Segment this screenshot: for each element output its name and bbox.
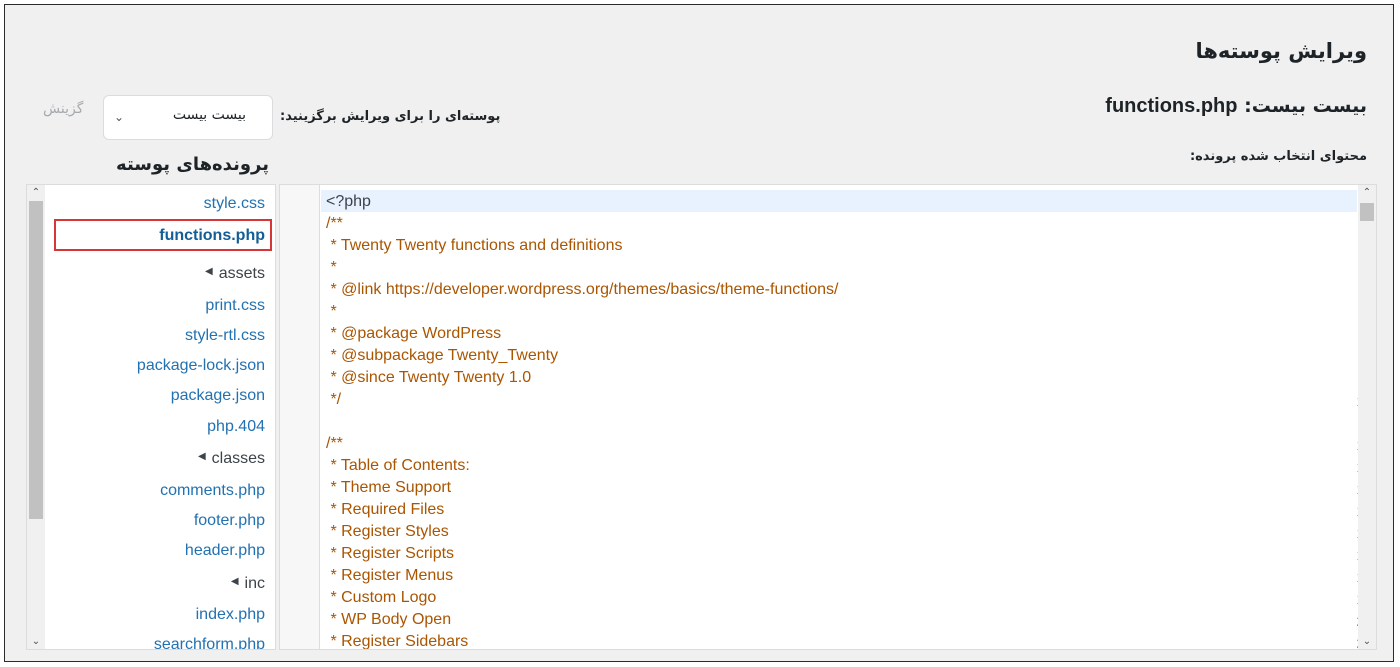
theme-select[interactable]: بیست بیست ⌄ <box>103 95 273 140</box>
folder-item[interactable]: ◀ classes <box>198 450 265 468</box>
file-item-active[interactable]: functions.php <box>159 227 265 245</box>
code-line: /** <box>326 435 343 452</box>
code-line: * <box>326 259 337 276</box>
file-tree: ⌃ ⌄ style.css functions.php ◀ assets prin… <box>26 184 276 650</box>
file-item[interactable]: style-rtl.css <box>185 327 265 345</box>
file-item[interactable]: style.css <box>204 195 265 213</box>
caret-left-icon: ◀ <box>197 451 206 462</box>
file-item[interactable]: package-lock.json <box>137 357 265 375</box>
code-line: * @package WordPress <box>326 325 502 342</box>
code-editor[interactable]: 1 2 3 4 5 6 7 8 9 10 11 12 13 14 15 16 1… <box>279 184 1377 650</box>
file-item[interactable]: header.php <box>185 542 265 560</box>
file-item[interactable]: package.json <box>171 387 265 405</box>
scroll-up-icon[interactable]: ⌃ <box>1361 187 1373 198</box>
chevron-down-icon: ⌄ <box>114 110 125 124</box>
code-line: * Register Styles <box>326 523 449 540</box>
caret-left-icon: ◀ <box>230 576 239 587</box>
scrollbar-thumb[interactable] <box>29 201 43 519</box>
scroll-down-icon[interactable]: ⌄ <box>30 636 42 647</box>
theme-select-value: بیست بیست <box>172 107 246 123</box>
theme-editor-window: ویرایش پوسته‌ها بیست بیست: functions.php… <box>4 4 1394 662</box>
code-line: * @subpackage Twenty_Twenty <box>326 347 559 364</box>
code-line: * Theme Support <box>326 479 452 496</box>
code-line: * Register Scripts <box>326 545 455 562</box>
file-item[interactable]: print.css <box>205 297 265 315</box>
line-number-gutter <box>280 185 320 649</box>
page-title: ویرایش پوسته‌ها <box>1195 39 1367 63</box>
scroll-up-icon[interactable]: ⌃ <box>30 187 42 198</box>
caret-left-icon: ◀ <box>205 266 213 277</box>
theme-select-label: پوسته‌ای را برای ویرایش برگزینید: <box>280 109 501 124</box>
folder-item[interactable]: ◀ inc <box>231 575 265 593</box>
editor-scrollbar[interactable]: ⌃ ⌄ <box>1358 185 1376 649</box>
file-tree-scrollbar[interactable]: ⌃ ⌄ <box>27 185 45 649</box>
file-item[interactable]: footer.php <box>194 512 265 530</box>
file-item[interactable]: php.404 <box>207 418 265 436</box>
file-name: functions.php <box>1105 95 1238 117</box>
file-item[interactable]: index.php <box>196 606 265 624</box>
code-line: * Register Sidebars <box>326 633 469 650</box>
scrollbar-thumb[interactable] <box>1360 203 1374 221</box>
theme-files-title: پرونده‌های پوسته <box>116 154 269 175</box>
code-line: * Register Menus <box>326 567 454 584</box>
scroll-down-icon[interactable]: ⌄ <box>1361 636 1373 647</box>
theme-name: بیست بیست: <box>1244 95 1367 117</box>
code-line: * Table of Contents: <box>326 457 470 474</box>
code-line: * Required Files <box>326 501 445 518</box>
select-theme-button[interactable]: گزینش <box>43 101 83 117</box>
folder-item[interactable]: ◀ assets <box>205 265 265 283</box>
content-label: محتوای انتخاب شده پرونده: <box>1189 149 1367 164</box>
active-line-highlight <box>321 190 1357 212</box>
code-line: * WP Body Open <box>326 611 452 628</box>
code-line: <?php <box>326 193 371 210</box>
code-line: * <box>326 303 337 320</box>
file-item[interactable]: comments.php <box>160 482 265 500</box>
file-heading: بیست بیست: functions.php <box>1105 95 1367 118</box>
code-line: * @since Twenty Twenty 1.0 <box>326 369 532 386</box>
code-line: /** <box>326 215 343 232</box>
code-line: */ <box>326 391 342 408</box>
file-item[interactable]: searchform.php <box>154 636 265 649</box>
code-line: * @link https://developer.wordpress.org/… <box>326 281 839 298</box>
code-line: * Custom Logo <box>326 589 437 606</box>
code-line: * Twenty Twenty functions and definition… <box>326 237 623 254</box>
